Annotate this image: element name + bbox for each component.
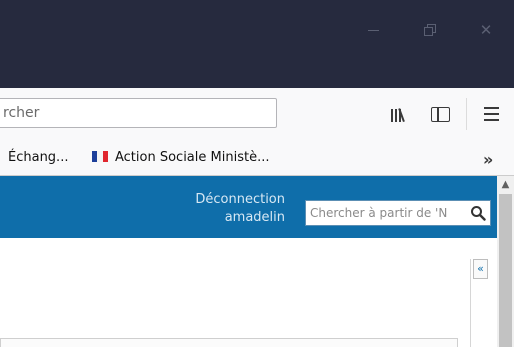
bookmark-item[interactable]: Action Sociale Ministè... [92,150,269,165]
collapse-panel-button[interactable]: « [473,259,488,279]
menu-icon[interactable] [484,107,499,121]
content-divider [470,259,471,347]
search-input[interactable] [306,201,464,225]
bookmark-label: Action Sociale Ministè... [115,150,270,165]
url-input[interactable] [0,99,263,127]
search-icon[interactable] [470,205,486,221]
url-bar[interactable] [0,98,277,128]
flag-icon [92,151,108,162]
site-search[interactable] [305,200,491,226]
library-icon[interactable] [390,105,408,123]
toolbar-separator [466,98,467,130]
bookmark-item[interactable]: Échang... [8,150,68,165]
close-icon[interactable]: ✕ [478,22,494,38]
site-header: Déconnection amadelin [0,176,497,238]
scroll-up-arrow-icon[interactable]: ▲ [497,176,514,193]
logout-link[interactable]: Déconnection [160,191,285,209]
restore-icon-front [424,27,433,36]
navigation-toolbar [0,88,514,144]
restore-icon[interactable] [423,22,439,38]
vertical-scrollbar[interactable]: ▲ [497,176,514,347]
username-label: amadelin [224,210,285,225]
bookmark-label: Échang... [8,150,69,165]
logout-area[interactable]: Déconnection amadelin [160,191,285,227]
sidebar-icon[interactable] [431,107,450,122]
content-panel [0,338,458,347]
scrollbar-thumb[interactable] [499,194,512,347]
bookmarks-overflow-button[interactable]: » [483,150,494,169]
window-titlebar: ✕ [0,0,514,88]
minimize-icon[interactable] [366,22,382,38]
bookmarks-toolbar: Échang... Action Sociale Ministè... » [0,144,514,175]
